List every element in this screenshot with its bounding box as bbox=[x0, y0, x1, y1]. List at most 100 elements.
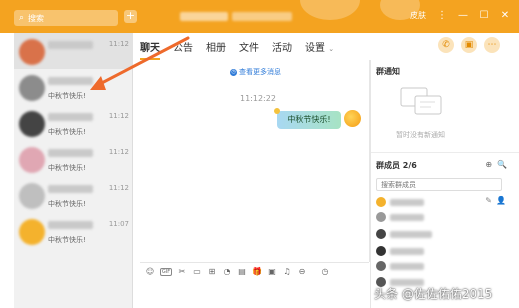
tab-files[interactable]: 文件 bbox=[239, 39, 259, 54]
gif-icon[interactable]: GIF bbox=[160, 267, 172, 276]
member-avatar bbox=[376, 261, 386, 271]
member-tools: ⊕ 🔍 bbox=[485, 160, 507, 169]
minimize-icon[interactable]: — bbox=[457, 10, 469, 21]
notice-title: 群通知 bbox=[376, 67, 400, 76]
chat-subtitle bbox=[232, 12, 292, 21]
screenshot-icon[interactable]: ✂ bbox=[177, 267, 187, 276]
folder-icon[interactable]: ▭ bbox=[192, 267, 202, 276]
conversation-item[interactable]: 中秋节快乐! 11:12 bbox=[14, 105, 133, 141]
conversation-preview: 中秋节快乐! bbox=[48, 128, 86, 136]
message-area: ◷ 查看更多消息 11:12:22 中秋节快乐! bbox=[140, 60, 369, 262]
clock-icon: ◷ bbox=[230, 68, 237, 76]
close-icon[interactable]: ✕ bbox=[499, 10, 511, 21]
search-icon: ⌕ bbox=[19, 13, 25, 23]
member-avatar bbox=[376, 197, 386, 207]
conversation-name bbox=[48, 221, 93, 229]
header-actions: ✆ ▣ ⋯ bbox=[438, 37, 500, 53]
view-more-history-link[interactable]: ◷ 查看更多消息 bbox=[230, 67, 281, 77]
member-search-icon[interactable]: 🔍 bbox=[497, 160, 507, 169]
conversation-name bbox=[48, 149, 93, 157]
title-bar: ⌕ + 皮肤 ⋮ — ☐ ✕ bbox=[0, 0, 519, 33]
tab-activity[interactable]: 活动 bbox=[272, 39, 292, 54]
tab-settings[interactable]: 设置 ⌄ bbox=[305, 39, 334, 54]
search-box[interactable]: ⌕ bbox=[14, 10, 118, 26]
conversation-name bbox=[48, 185, 93, 193]
phone-icon[interactable]: ✆ bbox=[438, 37, 454, 53]
screen-share-icon[interactable]: ▣ bbox=[461, 37, 477, 53]
member-search-input[interactable] bbox=[376, 178, 502, 191]
conversation-time: 11:12 bbox=[108, 148, 129, 156]
image-icon[interactable]: ◔ bbox=[222, 267, 232, 276]
tab-announcement[interactable]: 公告 bbox=[173, 39, 193, 54]
notice-empty-text: 暂时没有新通知 bbox=[396, 131, 445, 139]
conversation-item[interactable]: 中秋节快乐! bbox=[14, 69, 133, 105]
document-icon[interactable]: ▤ bbox=[237, 267, 247, 276]
conversation-item[interactable]: 11:12 bbox=[14, 33, 133, 69]
conversation-time: 11:12 bbox=[108, 40, 129, 48]
person-icon[interactable]: 👤 bbox=[496, 196, 506, 205]
conversation-list: 11:12 中秋节快乐! 中秋节快乐! 11:12 中秋节快乐! 11:12 中… bbox=[14, 33, 133, 308]
conversation-preview: 中秋节快乐! bbox=[48, 92, 86, 100]
divider bbox=[371, 152, 519, 153]
conversation-name bbox=[48, 77, 93, 85]
member-name bbox=[390, 231, 432, 238]
avatar bbox=[19, 219, 45, 245]
conversation-item[interactable]: 中秋节快乐! 11:12 bbox=[14, 141, 133, 177]
conversation-preview: 中秋节快乐! bbox=[48, 236, 86, 244]
group-side-panel: 群通知 暂时没有新通知 群成员 2/6 ⊕ 🔍 ✎ 👤 bbox=[370, 60, 519, 308]
message-timestamp: 11:12:22 bbox=[240, 94, 276, 103]
conversation-name bbox=[48, 113, 93, 121]
tab-album[interactable]: 相册 bbox=[206, 39, 226, 54]
chat-title bbox=[180, 12, 228, 21]
conversation-name bbox=[48, 41, 93, 49]
member-row[interactable] bbox=[376, 260, 506, 274]
member-name bbox=[390, 263, 424, 270]
avatar bbox=[19, 183, 45, 209]
decoration bbox=[300, 0, 360, 20]
conversation-item[interactable]: 中秋节快乐! 11:12 bbox=[14, 177, 133, 213]
watermark: 头条 @佐佐佑佑2015 bbox=[374, 287, 493, 301]
notice-illustration bbox=[400, 87, 442, 115]
emoji-icon[interactable]: ☺ bbox=[145, 267, 155, 276]
history-icon[interactable]: ◷ bbox=[320, 267, 330, 276]
member-row[interactable] bbox=[376, 211, 506, 225]
chevron-down-icon: ⌄ bbox=[328, 45, 335, 53]
avatar bbox=[19, 39, 45, 65]
more-icon[interactable]: ⋯ bbox=[484, 37, 500, 53]
member-row[interactable]: ✎ 👤 bbox=[376, 196, 506, 210]
search-input[interactable] bbox=[28, 13, 99, 23]
chat-tabs: 聊天 公告 相册 文件 活动 设置 ⌄ bbox=[140, 33, 370, 60]
maximize-icon[interactable]: ☐ bbox=[478, 10, 490, 21]
more-tools-icon[interactable]: ⊖ bbox=[297, 267, 307, 276]
conversation-preview: 中秋节快乐! bbox=[48, 200, 86, 208]
tab-chat[interactable]: 聊天 bbox=[140, 39, 160, 60]
conversation-time: 11:12 bbox=[108, 184, 129, 192]
member-avatar bbox=[376, 212, 386, 222]
member-name bbox=[390, 214, 424, 221]
members-title: 群成员 2/6 bbox=[376, 161, 417, 170]
add-button[interactable]: + bbox=[124, 10, 137, 23]
app-icon[interactable]: ▣ bbox=[267, 267, 277, 276]
menu-icon[interactable]: ⋮ bbox=[436, 10, 448, 21]
music-icon[interactable]: ♫ bbox=[282, 267, 292, 276]
member-avatar bbox=[376, 229, 386, 239]
conversation-item[interactable]: 中秋节快乐! 11:07 bbox=[14, 213, 133, 249]
skin-button[interactable]: 皮肤 bbox=[409, 10, 427, 21]
member-name bbox=[390, 199, 424, 206]
edit-icon[interactable]: ✎ bbox=[485, 196, 492, 205]
screen-capture-icon[interactable]: ⊞ bbox=[207, 267, 217, 276]
add-member-icon[interactable]: ⊕ bbox=[485, 160, 492, 169]
member-name bbox=[390, 248, 424, 255]
input-toolbar: ☺ GIF ✂ ▭ ⊞ ◔ ▤ 🎁 ▣ ♫ ⊖ ◷ bbox=[140, 262, 369, 280]
gift-icon[interactable]: 🎁 bbox=[252, 267, 262, 276]
message-bubble[interactable]: 中秋节快乐! bbox=[274, 108, 341, 129]
member-row[interactable] bbox=[376, 245, 506, 259]
avatar bbox=[19, 111, 45, 137]
member-row[interactable] bbox=[376, 228, 506, 242]
conversation-time: 11:07 bbox=[108, 220, 129, 228]
self-avatar[interactable] bbox=[344, 110, 361, 127]
avatar bbox=[19, 75, 45, 101]
window-controls: 皮肤 ⋮ — ☐ ✕ bbox=[409, 10, 511, 21]
conversation-time: 11:12 bbox=[108, 112, 129, 120]
history-link-label: 查看更多消息 bbox=[239, 68, 281, 76]
